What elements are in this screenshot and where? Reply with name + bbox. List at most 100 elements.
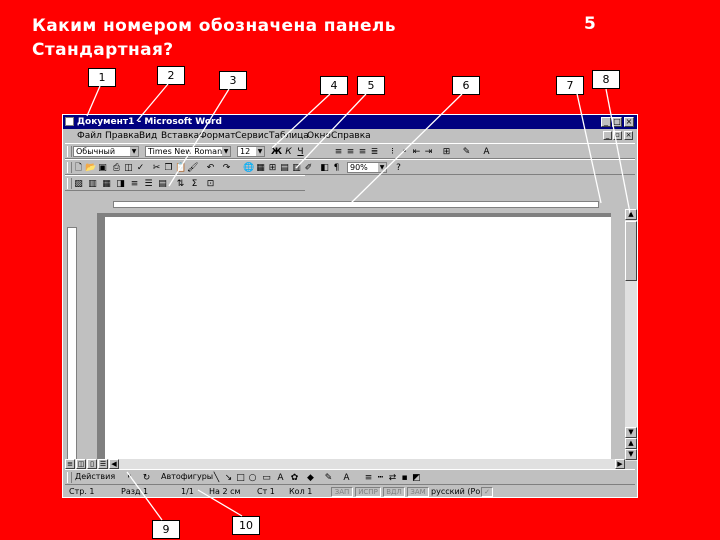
bold-icon[interactable]: Ж (271, 147, 282, 157)
textbox-icon[interactable]: ▭ (261, 473, 272, 483)
scroll-right-button[interactable]: ▶ (615, 459, 625, 469)
horizontal-scrollbar[interactable]: ≡ ◫ ▯ ☰ ◀ ▶ (65, 459, 625, 469)
redo-icon[interactable]: ↷ (221, 163, 232, 173)
autoformat-icon[interactable]: ▤ (157, 179, 168, 189)
scroll-left-button[interactable]: ◀ (109, 459, 119, 469)
indent-icon[interactable]: ⇥ (423, 147, 434, 157)
split-icon[interactable]: ◨ (115, 179, 126, 189)
web-view-icon[interactable]: ◫ (76, 459, 86, 469)
insert-excel-icon[interactable]: ▤ (279, 163, 290, 173)
line-icon[interactable]: ╲ (211, 473, 222, 483)
tables-borders-icon[interactable]: ▦ (255, 163, 266, 173)
help-icon[interactable]: ? (393, 163, 404, 173)
open-folder-icon[interactable]: 📂 (85, 163, 96, 173)
prev-page-button[interactable]: ▲ (625, 438, 637, 449)
status-trk[interactable]: ИСПР (355, 487, 381, 497)
new-document-icon[interactable]: 🗋 (73, 163, 84, 173)
wordart-icon[interactable]: A (275, 473, 286, 483)
menu-format[interactable]: Формат (199, 129, 236, 143)
chevron-down-icon[interactable]: ▼ (130, 147, 138, 156)
print-icon[interactable]: ⎙ (111, 163, 122, 173)
font-color-icon[interactable]: A (481, 147, 492, 157)
arrow-style-icon[interactable]: ⇄ (387, 473, 398, 483)
numbering-icon[interactable]: ⁝ (387, 147, 398, 157)
align-center-icon[interactable]: ≡ (345, 147, 356, 157)
chevron-down-icon[interactable]: ▼ (222, 147, 230, 156)
chart-icon[interactable]: ▥ (87, 179, 98, 189)
align-right-icon[interactable]: ≡ (357, 147, 368, 157)
spelling-icon[interactable]: ✓ (135, 163, 146, 173)
merge-icon[interactable]: ▦ (101, 179, 112, 189)
document-page[interactable] (105, 217, 611, 459)
italic-icon[interactable]: К (283, 147, 294, 157)
scroll-down-button[interactable]: ▼ (625, 427, 637, 438)
style-combo[interactable]: Обычный ▼ (73, 146, 139, 157)
status-ovr[interactable]: ЗАМ (407, 487, 429, 497)
font-combo[interactable]: Times New Roman ▼ (145, 146, 231, 157)
shadow-icon[interactable]: ▪ (399, 473, 410, 483)
menu-file[interactable]: Файл (77, 129, 102, 143)
format-painter-icon[interactable]: 🖌 (187, 163, 198, 173)
maximize-button[interactable]: □ (612, 117, 622, 127)
outline-view-icon[interactable]: ☰ (98, 459, 108, 469)
select-objects-icon[interactable]: ↖ (125, 473, 136, 483)
minimize-button[interactable]: _ (601, 117, 611, 127)
justify-icon[interactable]: ≣ (369, 147, 380, 157)
menu-view[interactable]: Вид (139, 129, 157, 143)
oval-icon[interactable]: ○ (247, 473, 258, 483)
outdent-icon[interactable]: ⇤ (411, 147, 422, 157)
fill-color-icon[interactable]: ◆ (305, 473, 316, 483)
copy-icon[interactable]: ❐ (163, 163, 174, 173)
doc-restore-button[interactable]: ▫ (613, 131, 622, 140)
borders-icon[interactable]: ⊞ (441, 147, 452, 157)
undo-icon[interactable]: ↶ (205, 163, 216, 173)
sort-icon[interactable]: ⇅ (175, 179, 186, 189)
save-icon[interactable]: ▣ (97, 163, 108, 173)
document-map-icon[interactable]: ◧ (319, 163, 330, 173)
menu-table[interactable]: Таблица (269, 129, 309, 143)
word-app-icon[interactable] (65, 117, 74, 126)
align-icon[interactable]: ≡ (129, 179, 140, 189)
picture-icon[interactable]: ▨ (73, 179, 84, 189)
align-left-icon[interactable]: ≡ (333, 147, 344, 157)
menu-insert[interactable]: Вставка (161, 129, 199, 143)
toolbar-grip[interactable] (67, 162, 72, 173)
close-button[interactable]: × (624, 117, 634, 127)
size-combo[interactable]: 12 ▼ (237, 146, 265, 157)
chevron-down-icon[interactable]: ▼ (256, 147, 264, 156)
drawing-icon[interactable]: ✐ (303, 163, 314, 173)
free-rotate-icon[interactable]: ↻ (141, 473, 152, 483)
vertical-scrollbar[interactable]: ▲ ▼ ▲ ▼ (625, 209, 637, 461)
scroll-up-button[interactable]: ▲ (625, 209, 637, 220)
menu-window[interactable]: Окно (307, 129, 331, 143)
highlight-icon[interactable]: ✎ (461, 147, 472, 157)
doc-close-button[interactable]: × (624, 131, 633, 140)
dash-style-icon[interactable]: ┅ (375, 473, 386, 483)
font-color-icon[interactable]: A (341, 473, 352, 483)
page-view-icon[interactable]: ▯ (87, 459, 97, 469)
status-ext[interactable]: ВДЛ (383, 487, 405, 497)
chevron-down-icon[interactable]: ▼ (378, 163, 386, 172)
toolbar-grip[interactable] (67, 178, 72, 189)
clipart-icon[interactable]: ✿ (289, 473, 300, 483)
paste-icon[interactable]: 📋 (175, 163, 186, 173)
status-rec[interactable]: ЗАП (331, 487, 353, 497)
normal-view-icon[interactable]: ≡ (65, 459, 75, 469)
arrow-icon[interactable]: ↘ (223, 473, 234, 483)
line-color-icon[interactable]: ✎ (323, 473, 334, 483)
columns-icon[interactable]: ▥ (291, 163, 302, 173)
window-titlebar[interactable]: Документ1 - Microsoft Word _ □ × (63, 115, 637, 129)
preview-icon[interactable]: ◫ (123, 163, 134, 173)
show-hide-icon[interactable]: ¶ (331, 163, 342, 173)
underline-icon[interactable]: Ч (295, 147, 306, 157)
frame-icon[interactable]: ⊡ (205, 179, 216, 189)
3d-icon[interactable]: ◩ (411, 473, 422, 483)
menu-edit[interactable]: Правка (105, 129, 139, 143)
rectangle-icon[interactable]: □ (235, 473, 246, 483)
menu-tools[interactable]: Сервис (235, 129, 269, 143)
next-page-button[interactable]: ▼ (625, 449, 637, 460)
spelling-status-icon[interactable]: ✓ (481, 487, 493, 497)
scroll-thumb[interactable] (625, 221, 637, 281)
hyperlink-icon[interactable]: 🌐 (243, 163, 254, 173)
ruler-strip[interactable] (113, 201, 599, 208)
